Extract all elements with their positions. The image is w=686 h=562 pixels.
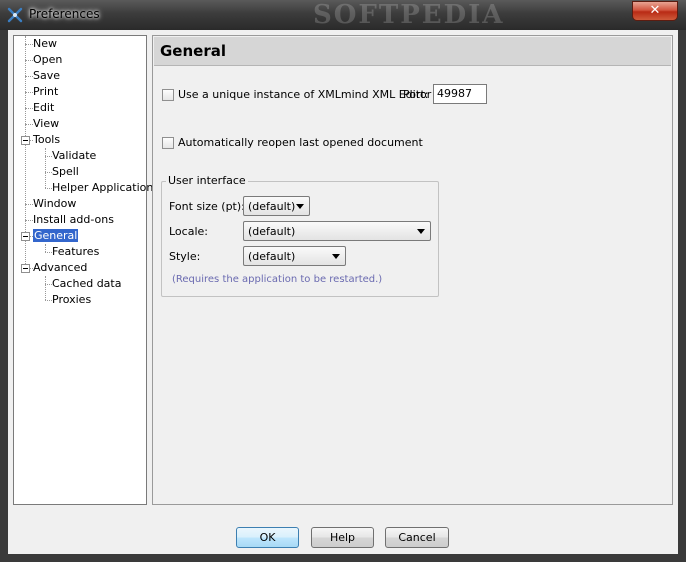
- tree-item-new[interactable]: New: [33, 36, 57, 52]
- tree-item-install-add-ons[interactable]: Install add-ons: [33, 212, 114, 228]
- cancel-button[interactable]: Cancel: [385, 527, 449, 548]
- close-icon: ✕: [649, 3, 661, 18]
- tree-connector: [25, 204, 33, 205]
- port-label: Port:: [403, 88, 429, 101]
- tree-connector: [45, 156, 52, 157]
- tree-connector: [25, 76, 33, 77]
- style-select[interactable]: (default): [243, 246, 346, 266]
- tree-connector: [45, 300, 52, 301]
- unique-instance-checkbox[interactable]: [162, 89, 174, 101]
- chevron-down-icon: [417, 229, 425, 234]
- collapse-general-icon[interactable]: [21, 232, 30, 241]
- preferences-tree[interactable]: New Open Save Print Edit View Tools Vali…: [13, 35, 159, 505]
- collapse-advanced-icon[interactable]: [21, 264, 30, 273]
- tree-connector: [45, 188, 52, 189]
- general-settings-panel: General Use a unique instance of XMLmind…: [152, 35, 673, 505]
- tree-item-validate[interactable]: Validate: [52, 148, 96, 164]
- tree-connector: [25, 108, 33, 109]
- tree-connector: [25, 124, 33, 125]
- page-title: General: [160, 42, 226, 60]
- locale-select[interactable]: (default): [243, 221, 431, 241]
- tree-connector: [45, 276, 46, 300]
- preferences-window: Preferences SOFTPEDIA ✕ New Open Save Pr…: [0, 0, 686, 562]
- tree-item-view[interactable]: View: [33, 116, 59, 132]
- panel-header: General: [154, 37, 671, 66]
- dialog-client-area: New Open Save Print Edit View Tools Vali…: [8, 30, 678, 554]
- font-size-select[interactable]: (default): [243, 196, 310, 216]
- restart-note: (Requires the application to be restarte…: [172, 274, 383, 285]
- window-title: Preferences: [29, 7, 100, 21]
- help-button[interactable]: Help: [311, 527, 374, 548]
- unique-instance-label: Use a unique instance of XMLmind XML Edi…: [178, 88, 432, 101]
- xmlmind-app-icon: [7, 7, 23, 23]
- tree-connector: [45, 172, 52, 173]
- style-label: Style:: [169, 250, 201, 263]
- tree-connector: [45, 252, 52, 253]
- softpedia-watermark: SOFTPEDIA: [313, 0, 505, 30]
- tree-item-save[interactable]: Save: [33, 68, 60, 84]
- collapse-tools-icon[interactable]: [21, 136, 30, 145]
- tree-item-print[interactable]: Print: [33, 84, 58, 100]
- port-input[interactable]: 49987: [433, 84, 487, 104]
- tree-connector: [25, 60, 33, 61]
- ok-button[interactable]: OK: [236, 527, 299, 548]
- tree-connector: [25, 92, 33, 93]
- title-bar[interactable]: Preferences SOFTPEDIA ✕: [0, 0, 686, 30]
- tree-connector: [45, 148, 46, 188]
- close-button[interactable]: ✕: [632, 1, 678, 21]
- tree-item-spell[interactable]: Spell: [52, 164, 79, 180]
- tree-item-tools[interactable]: Tools: [33, 132, 60, 148]
- group-title: User interface: [166, 174, 248, 187]
- chevron-down-icon: [332, 254, 340, 259]
- tree-item-window[interactable]: Window: [33, 196, 76, 212]
- tree-item-advanced[interactable]: Advanced: [33, 260, 87, 276]
- tree-connector: [25, 44, 33, 45]
- user-interface-group: User interface Font size (pt): (default)…: [161, 174, 439, 297]
- tree-item-general[interactable]: General: [33, 228, 79, 244]
- tree-item-cached-data[interactable]: Cached data: [52, 276, 121, 292]
- reopen-last-document-checkbox[interactable]: [162, 137, 174, 149]
- reopen-last-document-label: Automatically reopen last opened documen…: [178, 136, 423, 149]
- chevron-down-icon: [296, 204, 304, 209]
- tree-connector: [45, 244, 46, 252]
- tree-item-helper-applications[interactable]: Helper Applications: [52, 180, 159, 196]
- tree-connector: [25, 220, 33, 221]
- tree-item-features[interactable]: Features: [52, 244, 99, 260]
- tree-item-proxies[interactable]: Proxies: [52, 292, 91, 308]
- font-size-label: Font size (pt):: [169, 200, 245, 213]
- tree-connector: [45, 284, 52, 285]
- tree-item-edit[interactable]: Edit: [33, 100, 54, 116]
- tree-item-open[interactable]: Open: [33, 52, 62, 68]
- locale-label: Locale:: [169, 225, 208, 238]
